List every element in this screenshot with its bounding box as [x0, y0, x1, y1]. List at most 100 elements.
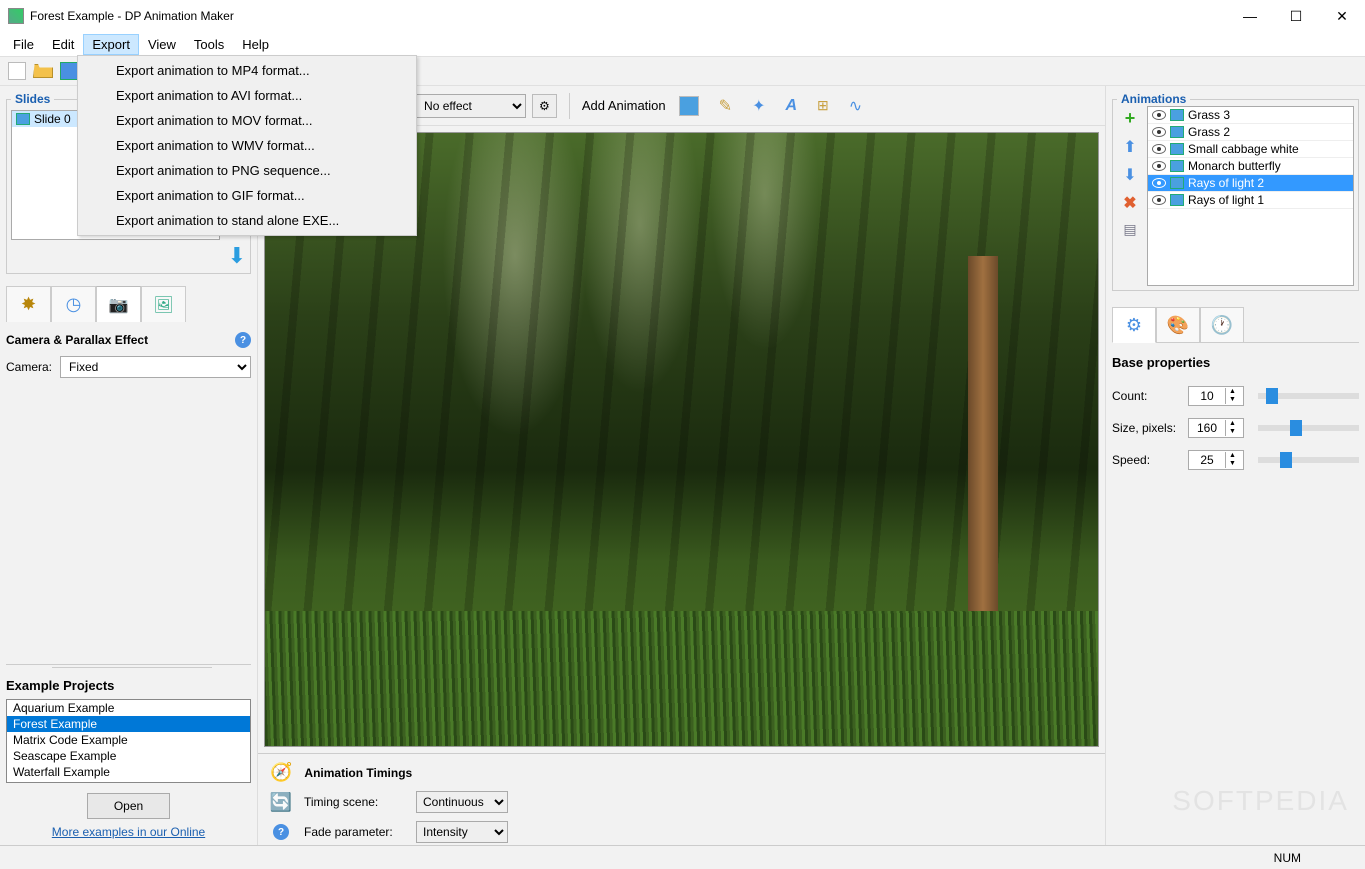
export-gif[interactable]: Export animation to GIF format... — [80, 183, 414, 208]
effect-settings-button[interactable]: ⚙ — [532, 94, 557, 118]
eye-icon[interactable] — [1152, 195, 1166, 205]
eye-icon[interactable] — [1152, 127, 1166, 137]
titlebar: Forest Example - DP Animation Maker — ☐ … — [0, 0, 1365, 32]
anim-down-icon[interactable]: ⬇ — [1123, 165, 1136, 185]
brush-tool[interactable]: ✎ — [712, 91, 739, 121]
speed-spinner[interactable]: ▲▼ — [1188, 450, 1244, 470]
maximize-button[interactable]: ☐ — [1273, 0, 1319, 32]
statusbar: NUM — [0, 845, 1365, 869]
frame-icon — [1170, 160, 1184, 172]
anim-row[interactable]: Rays of light 2 — [1148, 175, 1353, 192]
new-file-icon[interactable] — [6, 60, 28, 82]
menu-help[interactable]: Help — [233, 34, 278, 55]
help-icon[interactable]: ? — [235, 332, 251, 348]
size-spinner[interactable]: ▲▼ — [1188, 418, 1244, 438]
text-icon: A — [785, 97, 797, 115]
spin-down-icon[interactable]: ▼ — [1225, 428, 1239, 436]
text-tool[interactable]: A — [778, 92, 804, 120]
export-mp4[interactable]: Export animation to MP4 format... — [80, 58, 414, 83]
anim-label: Grass 2 — [1188, 125, 1230, 139]
anim-label: Rays of light 2 — [1188, 176, 1264, 190]
eye-icon[interactable] — [1152, 178, 1166, 188]
eye-icon[interactable] — [1152, 110, 1166, 120]
spin-down-icon[interactable]: ▼ — [1225, 396, 1239, 404]
example-item[interactable]: Forest Example — [7, 716, 250, 732]
add-animation-icon[interactable]: + — [1125, 108, 1136, 129]
tab-image[interactable]: 🖼 — [141, 286, 186, 322]
menubar: File Edit Export View Tools Help Export … — [0, 32, 1365, 56]
export-png-seq[interactable]: Export animation to PNG sequence... — [80, 158, 414, 183]
tab-color[interactable]: 🎨 — [1156, 307, 1200, 343]
eye-icon[interactable] — [1152, 161, 1166, 171]
anim-up-icon[interactable]: ⬆ — [1123, 137, 1136, 157]
tab-base-props[interactable]: ⚙ — [1112, 307, 1156, 343]
resize-grip-icon[interactable] — [1321, 851, 1335, 865]
eye-icon[interactable] — [1152, 144, 1166, 154]
anim-row[interactable]: Small cabbage white — [1148, 141, 1353, 158]
example-item[interactable]: Aquarium Example — [7, 700, 250, 716]
examples-title: Example Projects — [6, 678, 251, 693]
refresh-icon: 🔄 — [270, 792, 292, 813]
anim-row[interactable]: Grass 3 — [1148, 107, 1353, 124]
wave-icon: ∿ — [849, 96, 862, 116]
anim-settings-icon[interactable]: ▤ — [1123, 221, 1136, 238]
tab-clock[interactable]: ◷ — [51, 286, 96, 322]
anim-label: Rays of light 1 — [1188, 193, 1264, 207]
examples-list[interactable]: Aquarium Example Forest Example Matrix C… — [6, 699, 251, 783]
wave-tool[interactable]: ∿ — [842, 91, 869, 121]
export-exe[interactable]: Export animation to stand alone EXE... — [80, 208, 414, 233]
export-wmv[interactable]: Export animation to WMV format... — [80, 133, 414, 158]
close-button[interactable]: ✕ — [1319, 0, 1365, 32]
camera-select[interactable]: Fixed — [60, 356, 251, 378]
frame-icon — [1170, 143, 1184, 155]
menu-edit[interactable]: Edit — [43, 34, 83, 55]
size-input[interactable] — [1189, 419, 1225, 437]
menu-file[interactable]: File — [4, 34, 43, 55]
timing-scene-label: Timing scene: — [304, 795, 404, 809]
timing-scene-select[interactable]: Continuous — [416, 791, 508, 813]
delete-animation-icon[interactable]: ✖ — [1123, 193, 1136, 213]
slide-more-icon[interactable]: ⬇ — [228, 243, 246, 269]
sparkle-tool[interactable]: ✦ — [745, 91, 772, 121]
size-slider[interactable] — [1258, 425, 1359, 431]
count-input[interactable] — [1189, 387, 1225, 405]
anim-row[interactable]: Grass 2 — [1148, 124, 1353, 141]
count-slider[interactable] — [1258, 393, 1359, 399]
speed-input[interactable] — [1189, 451, 1225, 469]
spin-down-icon[interactable]: ▼ — [1225, 460, 1239, 468]
menu-view[interactable]: View — [139, 34, 185, 55]
grid-icon: ⊞ — [817, 97, 829, 114]
more-examples-link[interactable]: More examples in our Online — [6, 825, 251, 839]
fade-param-select[interactable]: Intensity — [416, 821, 508, 843]
anim-preset-icon[interactable] — [672, 91, 706, 121]
base-props-title: Base properties — [1112, 355, 1359, 370]
example-item[interactable]: Waterfall Example — [7, 764, 250, 780]
tab-timing[interactable]: 🕐 — [1200, 307, 1244, 343]
example-item[interactable]: Matrix Code Example — [7, 732, 250, 748]
menu-export[interactable]: Export — [83, 34, 139, 55]
choose-effect-select[interactable]: No effect — [416, 94, 526, 118]
example-item[interactable]: Seascape Example — [7, 748, 250, 764]
slide-thumb-icon — [16, 113, 30, 125]
menu-tools[interactable]: Tools — [185, 34, 233, 55]
animations-list[interactable]: Grass 3 Grass 2 Small cabbage white Mona… — [1147, 106, 1354, 286]
tab-camera[interactable]: 📷 — [96, 286, 141, 322]
status-num: NUM — [1274, 851, 1301, 865]
help-icon[interactable]: ? — [273, 824, 289, 840]
grid-tool[interactable]: ⊞ — [810, 92, 836, 119]
anim-row[interactable]: Rays of light 1 — [1148, 192, 1353, 209]
window-title: Forest Example - DP Animation Maker — [30, 9, 234, 23]
anim-row[interactable]: Monarch butterfly — [1148, 158, 1353, 175]
spin-up-icon[interactable]: ▲ — [1225, 452, 1239, 460]
count-spinner[interactable]: ▲▼ — [1188, 386, 1244, 406]
minimize-button[interactable]: — — [1227, 0, 1273, 32]
speed-slider[interactable] — [1258, 457, 1359, 463]
open-example-button[interactable]: Open — [87, 793, 170, 819]
spin-up-icon[interactable]: ▲ — [1225, 420, 1239, 428]
tab-compass[interactable]: ✸ — [6, 286, 51, 322]
export-mov[interactable]: Export animation to MOV format... — [80, 108, 414, 133]
animations-group: Animations + ⬆ ⬇ ✖ ▤ Grass 3 Grass 2 Sma… — [1112, 92, 1359, 291]
export-avi[interactable]: Export animation to AVI format... — [80, 83, 414, 108]
spin-up-icon[interactable]: ▲ — [1225, 388, 1239, 396]
open-file-icon[interactable] — [32, 60, 54, 82]
